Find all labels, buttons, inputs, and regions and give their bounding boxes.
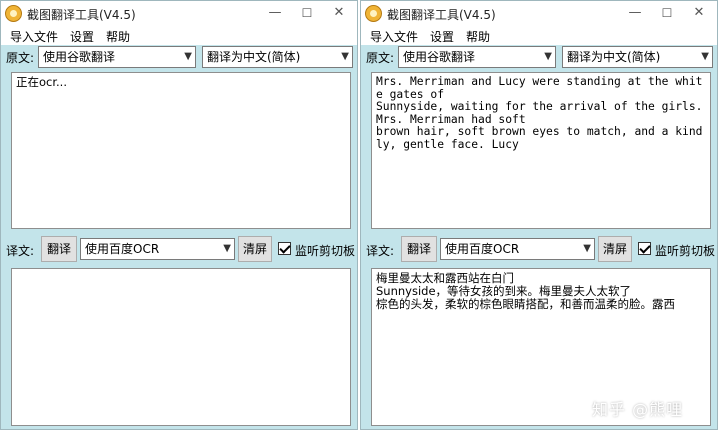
monitor-clipboard-label: 监听剪切板	[655, 244, 716, 258]
menu-import-file[interactable]: 导入文件	[10, 28, 58, 45]
maximize-icon[interactable]: ☐	[291, 3, 323, 23]
source-text: 正在ocr...	[16, 75, 67, 89]
target-text: 梅里曼太太和露西站在白门 Sunnyside，等待女孩的到来。梅里曼夫人太软了 …	[376, 271, 675, 311]
source-text-area[interactable]: 正在ocr...	[11, 72, 351, 229]
target-label: 译文:	[366, 244, 395, 258]
chevron-down-icon: ▼	[583, 243, 591, 254]
source-text-area[interactable]: Mrs. Merriman and Lucy were standing at …	[371, 72, 711, 229]
menu-settings[interactable]: 设置	[70, 28, 94, 45]
title-bar: 截图翻译工具(V4.5) — ☐ ✕	[1, 1, 357, 27]
watermark: 知乎 @熊哩	[592, 400, 684, 419]
translate-engine-value: 使用谷歌翻译	[403, 50, 476, 64]
minimize-icon[interactable]: —	[259, 3, 291, 23]
ocr-engine-select[interactable]: 使用百度OCR ▼	[440, 238, 595, 260]
source-text: Mrs. Merriman and Lucy were standing at …	[376, 75, 703, 151]
target-language-select[interactable]: 翻译为中文(简体) ▼	[562, 46, 713, 68]
translate-button[interactable]: 翻译	[401, 236, 437, 262]
translate-engine-select[interactable]: 使用谷歌翻译 ▼	[38, 46, 196, 68]
clear-button[interactable]: 清屏	[238, 236, 272, 262]
ocr-engine-select[interactable]: 使用百度OCR ▼	[80, 238, 235, 260]
monitor-clipboard-checkbox[interactable]	[278, 242, 291, 255]
menu-bar: 导入文件 设置 帮助	[1, 27, 357, 45]
monitor-clipboard-checkbox[interactable]	[638, 242, 651, 255]
menu-help[interactable]: 帮助	[466, 28, 490, 45]
translator-window-left: 截图翻译工具(V4.5) — ☐ ✕ 导入文件 设置 帮助 原文: 使用谷歌翻译…	[0, 0, 358, 430]
translate-engine-select[interactable]: 使用谷歌翻译 ▼	[398, 46, 556, 68]
window-title: 截图翻译工具(V4.5)	[27, 8, 136, 22]
target-language-value: 翻译为中文(简体)	[567, 50, 661, 64]
menu-help[interactable]: 帮助	[106, 28, 130, 45]
target-text-area[interactable]	[11, 268, 351, 426]
clear-button[interactable]: 清屏	[598, 236, 632, 262]
translator-window-right: 截图翻译工具(V4.5) — ☐ ✕ 导入文件 设置 帮助 原文: 使用谷歌翻译…	[360, 0, 718, 430]
window-title: 截图翻译工具(V4.5)	[387, 8, 496, 22]
close-icon[interactable]: ✕	[683, 3, 715, 23]
menu-import-file[interactable]: 导入文件	[370, 28, 418, 45]
chevron-down-icon: ▼	[544, 51, 552, 62]
menu-settings[interactable]: 设置	[430, 28, 454, 45]
translate-engine-value: 使用谷歌翻译	[43, 50, 116, 64]
app-icon	[365, 5, 382, 22]
close-icon[interactable]: ✕	[323, 3, 355, 23]
app-icon	[5, 5, 22, 22]
chevron-down-icon: ▼	[341, 51, 349, 62]
source-label: 原文:	[6, 51, 35, 65]
target-label: 译文:	[6, 244, 35, 258]
ocr-engine-value: 使用百度OCR	[85, 242, 160, 256]
monitor-clipboard-label: 监听剪切板	[295, 244, 356, 258]
maximize-icon[interactable]: ☐	[651, 3, 683, 23]
minimize-icon[interactable]: —	[619, 3, 651, 23]
chevron-down-icon: ▼	[184, 51, 192, 62]
chevron-down-icon: ▼	[223, 243, 231, 254]
translate-button[interactable]: 翻译	[41, 236, 77, 262]
source-label: 原文:	[366, 51, 395, 65]
menu-bar: 导入文件 设置 帮助	[361, 27, 717, 45]
title-bar: 截图翻译工具(V4.5) — ☐ ✕	[361, 1, 717, 27]
target-language-value: 翻译为中文(简体)	[207, 50, 301, 64]
ocr-engine-value: 使用百度OCR	[445, 242, 520, 256]
chevron-down-icon: ▼	[701, 51, 709, 62]
target-language-select[interactable]: 翻译为中文(简体) ▼	[202, 46, 353, 68]
